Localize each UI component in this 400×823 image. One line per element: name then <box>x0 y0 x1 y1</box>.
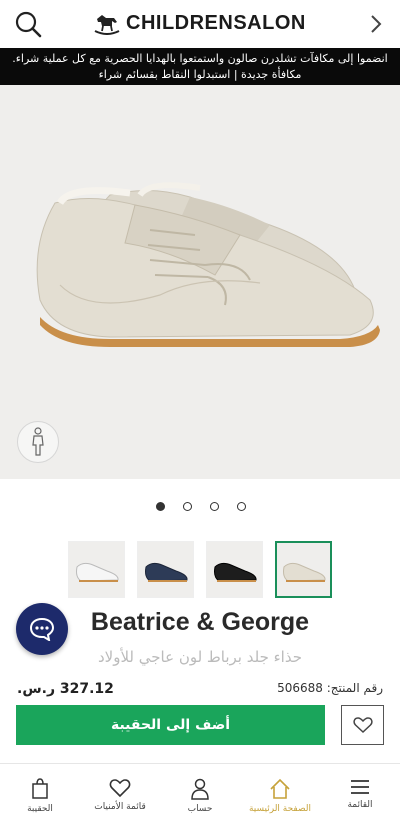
promo-line-2: مكافأة جديدة | استبدلوا النقاط بقسائم شر… <box>98 68 302 81</box>
thumbnail-navy[interactable] <box>137 541 194 598</box>
shoe-image <box>36 182 380 347</box>
product-code: رقم المنتج: 506688 <box>277 681 383 695</box>
menu-icon <box>351 780 369 794</box>
promo-banner[interactable]: انضموا إلى مكافآت تشلدرن صالون واستمتعوا… <box>0 48 400 85</box>
nav-item-account[interactable]: حساب <box>160 778 240 814</box>
nav-label: قائمة الأمنيات <box>94 802 146 812</box>
brand-logo[interactable]: CHILDRENSALON <box>94 12 306 35</box>
wishlist-button[interactable] <box>341 705 384 745</box>
thumbnail-white[interactable] <box>68 541 125 598</box>
promo-line-1: انضموا إلى مكافآت تشلدرن صالون واستمتعوا… <box>12 52 388 65</box>
user-icon <box>191 778 209 800</box>
pagination-dot[interactable] <box>183 502 192 511</box>
image-pagination <box>156 502 246 511</box>
child-figure-icon <box>32 427 44 456</box>
add-to-bag-button[interactable]: أضف إلى الحقيبة <box>16 705 325 745</box>
nav-item-bag[interactable]: الحقيبة <box>0 778 80 814</box>
chevron-right-icon[interactable] <box>366 14 386 34</box>
thumbnail-ivory[interactable] <box>275 541 332 598</box>
heart-icon <box>352 717 373 734</box>
home-icon <box>270 778 290 799</box>
nav-item-home[interactable]: الصفحة الرئيسية <box>240 778 320 814</box>
pagination-dot[interactable] <box>156 502 165 511</box>
logo-text: CHILDRENSALON <box>126 12 306 34</box>
product-price: 327.12 ر.س. <box>17 681 114 697</box>
nav-item-wishlist[interactable]: قائمة الأمنيات <box>80 778 160 812</box>
product-title: حذاء جلد برباط لون عاجي للأولاد <box>97 648 303 666</box>
pagination-dot[interactable] <box>237 502 246 511</box>
product-brand[interactable]: Beatrice & George <box>0 608 400 637</box>
nav-label: حساب <box>187 804 213 814</box>
price-row: 327.12 ر.س. رقم المنتج: 506688 <box>0 681 400 701</box>
nav-label: القائمة <box>347 800 373 810</box>
app-header: CHILDRENSALON <box>0 0 400 48</box>
product-image[interactable] <box>0 85 400 479</box>
nav-label: الحقيبة <box>27 804 53 814</box>
nav-item-menu[interactable]: القائمة <box>320 778 400 810</box>
bottom-navigation: الحقيبة قائمة الأمنيات حساب الصفحة الرئي… <box>0 763 400 823</box>
bag-icon <box>32 778 48 799</box>
model-size-button[interactable] <box>17 421 59 463</box>
rocking-horse-icon <box>94 14 120 35</box>
thumbnail-black[interactable] <box>206 541 263 598</box>
thumbnail-strip <box>68 541 332 598</box>
heart-icon <box>109 779 131 798</box>
search-icon[interactable] <box>14 10 42 38</box>
pagination-dot[interactable] <box>210 502 219 511</box>
nav-label: الصفحة الرئيسية <box>248 804 312 814</box>
